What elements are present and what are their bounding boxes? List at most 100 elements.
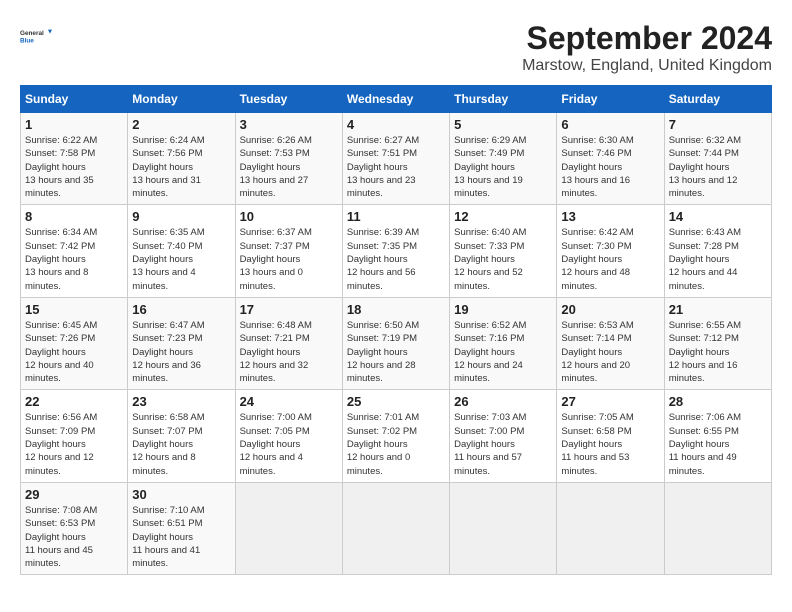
col-tuesday: Tuesday: [235, 86, 342, 113]
table-row: 20 Sunrise: 6:53 AM Sunset: 7:14 PM Dayl…: [557, 297, 664, 389]
title-block: September 2024 Marstow, England, United …: [522, 20, 772, 75]
table-row: 1 Sunrise: 6:22 AM Sunset: 7:58 PM Dayli…: [21, 113, 128, 205]
table-row: [664, 482, 771, 574]
day-info: Sunrise: 7:06 AM Sunset: 6:55 PM Dayligh…: [669, 411, 767, 477]
day-info: Sunrise: 7:05 AM Sunset: 6:58 PM Dayligh…: [561, 411, 659, 477]
day-number: 18: [347, 302, 445, 317]
svg-text:General: General: [20, 30, 44, 37]
table-row: 2 Sunrise: 6:24 AM Sunset: 7:56 PM Dayli…: [128, 113, 235, 205]
day-number: 2: [132, 117, 230, 132]
day-info: Sunrise: 6:50 AM Sunset: 7:19 PM Dayligh…: [347, 319, 445, 385]
table-row: 21 Sunrise: 6:55 AM Sunset: 7:12 PM Dayl…: [664, 297, 771, 389]
table-row: 12 Sunrise: 6:40 AM Sunset: 7:33 PM Dayl…: [450, 205, 557, 297]
day-info: Sunrise: 6:22 AM Sunset: 7:58 PM Dayligh…: [25, 134, 123, 200]
day-number: 5: [454, 117, 552, 132]
table-row: 14 Sunrise: 6:43 AM Sunset: 7:28 PM Dayl…: [664, 205, 771, 297]
day-info: Sunrise: 6:34 AM Sunset: 7:42 PM Dayligh…: [25, 226, 123, 292]
day-info: Sunrise: 6:58 AM Sunset: 7:07 PM Dayligh…: [132, 411, 230, 477]
table-row: [342, 482, 449, 574]
day-number: 7: [669, 117, 767, 132]
table-row: 18 Sunrise: 6:50 AM Sunset: 7:19 PM Dayl…: [342, 297, 449, 389]
day-info: Sunrise: 6:45 AM Sunset: 7:26 PM Dayligh…: [25, 319, 123, 385]
day-number: 22: [25, 394, 123, 409]
day-info: Sunrise: 6:52 AM Sunset: 7:16 PM Dayligh…: [454, 319, 552, 385]
table-row: 5 Sunrise: 6:29 AM Sunset: 7:49 PM Dayli…: [450, 113, 557, 205]
svg-text:Blue: Blue: [20, 37, 34, 44]
table-row: 6 Sunrise: 6:30 AM Sunset: 7:46 PM Dayli…: [557, 113, 664, 205]
col-friday: Friday: [557, 86, 664, 113]
table-row: 22 Sunrise: 6:56 AM Sunset: 7:09 PM Dayl…: [21, 390, 128, 482]
day-info: Sunrise: 6:55 AM Sunset: 7:12 PM Dayligh…: [669, 319, 767, 385]
table-row: [557, 482, 664, 574]
day-number: 23: [132, 394, 230, 409]
day-info: Sunrise: 6:53 AM Sunset: 7:14 PM Dayligh…: [561, 319, 659, 385]
day-info: Sunrise: 6:48 AM Sunset: 7:21 PM Dayligh…: [240, 319, 338, 385]
table-row: 4 Sunrise: 6:27 AM Sunset: 7:51 PM Dayli…: [342, 113, 449, 205]
day-number: 1: [25, 117, 123, 132]
calendar-table: Sunday Monday Tuesday Wednesday Thursday…: [20, 85, 772, 575]
calendar-week-row: 29 Sunrise: 7:08 AM Sunset: 6:53 PM Dayl…: [21, 482, 772, 574]
day-number: 4: [347, 117, 445, 132]
table-row: 25 Sunrise: 7:01 AM Sunset: 7:02 PM Dayl…: [342, 390, 449, 482]
day-number: 6: [561, 117, 659, 132]
calendar-week-row: 22 Sunrise: 6:56 AM Sunset: 7:09 PM Dayl…: [21, 390, 772, 482]
day-info: Sunrise: 6:39 AM Sunset: 7:35 PM Dayligh…: [347, 226, 445, 292]
day-number: 21: [669, 302, 767, 317]
day-info: Sunrise: 6:42 AM Sunset: 7:30 PM Dayligh…: [561, 226, 659, 292]
day-number: 15: [25, 302, 123, 317]
day-number: 27: [561, 394, 659, 409]
day-info: Sunrise: 6:47 AM Sunset: 7:23 PM Dayligh…: [132, 319, 230, 385]
day-number: 26: [454, 394, 552, 409]
table-row: 30 Sunrise: 7:10 AM Sunset: 6:51 PM Dayl…: [128, 482, 235, 574]
day-number: 8: [25, 209, 123, 224]
day-number: 24: [240, 394, 338, 409]
table-row: 3 Sunrise: 6:26 AM Sunset: 7:53 PM Dayli…: [235, 113, 342, 205]
day-info: Sunrise: 7:03 AM Sunset: 7:00 PM Dayligh…: [454, 411, 552, 477]
table-row: 16 Sunrise: 6:47 AM Sunset: 7:23 PM Dayl…: [128, 297, 235, 389]
day-info: Sunrise: 6:35 AM Sunset: 7:40 PM Dayligh…: [132, 226, 230, 292]
table-row: 28 Sunrise: 7:06 AM Sunset: 6:55 PM Dayl…: [664, 390, 771, 482]
day-number: 28: [669, 394, 767, 409]
day-number: 25: [347, 394, 445, 409]
table-row: 13 Sunrise: 6:42 AM Sunset: 7:30 PM Dayl…: [557, 205, 664, 297]
table-row: 8 Sunrise: 6:34 AM Sunset: 7:42 PM Dayli…: [21, 205, 128, 297]
table-row: 26 Sunrise: 7:03 AM Sunset: 7:00 PM Dayl…: [450, 390, 557, 482]
table-row: 15 Sunrise: 6:45 AM Sunset: 7:26 PM Dayl…: [21, 297, 128, 389]
day-info: Sunrise: 6:27 AM Sunset: 7:51 PM Dayligh…: [347, 134, 445, 200]
logo-icon: General Blue: [20, 20, 52, 52]
table-row: [450, 482, 557, 574]
table-row: [235, 482, 342, 574]
day-number: 19: [454, 302, 552, 317]
table-row: 19 Sunrise: 6:52 AM Sunset: 7:16 PM Dayl…: [450, 297, 557, 389]
day-info: Sunrise: 6:32 AM Sunset: 7:44 PM Dayligh…: [669, 134, 767, 200]
day-info: Sunrise: 6:37 AM Sunset: 7:37 PM Dayligh…: [240, 226, 338, 292]
table-row: 11 Sunrise: 6:39 AM Sunset: 7:35 PM Dayl…: [342, 205, 449, 297]
day-number: 13: [561, 209, 659, 224]
page-header: General Blue September 2024 Marstow, Eng…: [20, 20, 772, 75]
page-title: September 2024: [522, 20, 772, 57]
day-number: 10: [240, 209, 338, 224]
col-wednesday: Wednesday: [342, 86, 449, 113]
col-sunday: Sunday: [21, 86, 128, 113]
day-info: Sunrise: 7:08 AM Sunset: 6:53 PM Dayligh…: [25, 504, 123, 570]
table-row: 24 Sunrise: 7:00 AM Sunset: 7:05 PM Dayl…: [235, 390, 342, 482]
day-info: Sunrise: 7:01 AM Sunset: 7:02 PM Dayligh…: [347, 411, 445, 477]
day-number: 16: [132, 302, 230, 317]
day-number: 11: [347, 209, 445, 224]
logo: General Blue: [20, 20, 52, 52]
day-number: 9: [132, 209, 230, 224]
calendar-week-row: 15 Sunrise: 6:45 AM Sunset: 7:26 PM Dayl…: [21, 297, 772, 389]
table-row: 27 Sunrise: 7:05 AM Sunset: 6:58 PM Dayl…: [557, 390, 664, 482]
table-row: 17 Sunrise: 6:48 AM Sunset: 7:21 PM Dayl…: [235, 297, 342, 389]
day-info: Sunrise: 7:10 AM Sunset: 6:51 PM Dayligh…: [132, 504, 230, 570]
day-info: Sunrise: 6:29 AM Sunset: 7:49 PM Dayligh…: [454, 134, 552, 200]
day-info: Sunrise: 6:24 AM Sunset: 7:56 PM Dayligh…: [132, 134, 230, 200]
table-row: 29 Sunrise: 7:08 AM Sunset: 6:53 PM Dayl…: [21, 482, 128, 574]
day-number: 29: [25, 487, 123, 502]
day-info: Sunrise: 6:56 AM Sunset: 7:09 PM Dayligh…: [25, 411, 123, 477]
day-number: 12: [454, 209, 552, 224]
day-number: 30: [132, 487, 230, 502]
day-number: 20: [561, 302, 659, 317]
calendar-week-row: 8 Sunrise: 6:34 AM Sunset: 7:42 PM Dayli…: [21, 205, 772, 297]
table-row: 7 Sunrise: 6:32 AM Sunset: 7:44 PM Dayli…: [664, 113, 771, 205]
